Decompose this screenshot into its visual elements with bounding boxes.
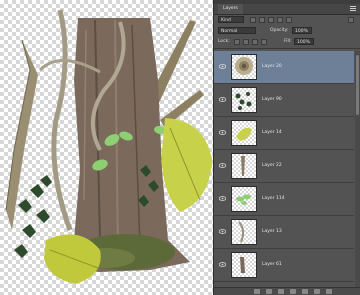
kind-filter-label: Kind [221, 18, 231, 23]
layer-thumbnail [231, 120, 257, 146]
layer-row[interactable]: Layer 114 [214, 183, 354, 216]
lock-row: Lock: Fill: 100% [214, 37, 360, 47]
blend-row: Normal Opacity: 100% [214, 26, 360, 36]
fx-icon[interactable] [266, 289, 272, 294]
lock-all-icon[interactable] [261, 39, 267, 45]
eye-icon[interactable] [219, 196, 226, 201]
link-icon[interactable] [254, 289, 260, 294]
filter-type-icon[interactable] [268, 17, 274, 23]
lock-image-icon[interactable] [243, 39, 249, 45]
layer-thumbnail [231, 54, 257, 80]
lock-label: Lock: [218, 39, 230, 44]
layer-name: Layer 61 [262, 262, 282, 267]
fill-input[interactable]: 100% [294, 38, 314, 45]
eye-icon[interactable] [219, 262, 226, 267]
layer-name: Layer 90 [262, 97, 282, 102]
layer-row[interactable]: Layer 22 [214, 150, 354, 183]
filter-toggle-icon[interactable] [348, 17, 354, 23]
lock-position-icon[interactable] [252, 39, 258, 45]
eye-icon[interactable] [219, 163, 226, 168]
photoshop-window: Layers Kind Normal Opacity: 100% Lock: F… [0, 0, 360, 295]
layer-row[interactable]: Layer 61 [214, 249, 354, 282]
layer-row[interactable]: Layer 20 [214, 51, 354, 84]
filter-shape-icon[interactable] [277, 17, 283, 23]
panel-footer [214, 287, 360, 295]
new-layer-icon[interactable] [314, 289, 320, 294]
divider [214, 48, 360, 49]
layer-row[interactable]: Layer 14 [214, 117, 354, 150]
layer-name: Layer 114 [262, 196, 285, 201]
document-canvas[interactable] [0, 0, 213, 295]
layers-panel: Layers Kind Normal Opacity: 100% Lock: F… [213, 0, 360, 295]
fill-label: Fill: [284, 39, 292, 44]
layer-name: Layer 14 [262, 130, 282, 135]
layer-row[interactable]: Layer 13 [214, 216, 354, 249]
lock-transparent-icon[interactable] [234, 39, 240, 45]
canvas-artwork [5, 9, 212, 284]
layer-thumbnail [231, 87, 257, 113]
panel-tab-bar: Layers [214, 4, 360, 15]
layer-thumbnail [231, 153, 257, 179]
opacity-label: Opacity: [270, 28, 289, 33]
blend-mode-select[interactable]: Normal [218, 27, 256, 34]
eye-icon[interactable] [219, 64, 226, 69]
panel-menu-icon[interactable] [350, 6, 356, 12]
layer-list-scrollbar[interactable] [355, 51, 360, 287]
filter-adjustment-icon[interactable] [259, 17, 265, 23]
layer-row[interactable]: Layer 90 [214, 84, 354, 117]
layer-name: Layer 20 [262, 64, 282, 69]
tab-layers[interactable]: Layers [218, 4, 243, 14]
adjustment-icon[interactable] [290, 289, 296, 294]
eye-icon[interactable] [219, 229, 226, 234]
mask-icon[interactable] [278, 289, 284, 294]
kind-filter-select[interactable]: Kind [218, 16, 244, 23]
eye-icon[interactable] [219, 97, 226, 102]
blend-mode-value: Normal [221, 29, 238, 34]
layer-name: Layer 13 [262, 229, 282, 234]
opacity-value: 100% [295, 29, 308, 34]
scrollbar-thumb[interactable] [356, 55, 359, 115]
eye-icon[interactable] [219, 130, 226, 135]
filter-smart-object-icon[interactable] [286, 17, 292, 23]
layer-thumbnail [231, 252, 257, 278]
filter-pixel-icon[interactable] [250, 17, 256, 23]
filter-row: Kind [214, 15, 360, 25]
layer-list: Layer 20 Layer 90 Layer 14 Layer 22 Laye… [214, 51, 354, 287]
layer-thumbnail [231, 186, 257, 212]
layer-name: Layer 22 [262, 163, 282, 168]
trash-icon[interactable] [326, 289, 332, 294]
layer-thumbnail [231, 219, 257, 245]
fill-value: 100% [297, 40, 310, 45]
folder-icon[interactable] [302, 289, 308, 294]
opacity-input[interactable]: 100% [292, 27, 312, 34]
